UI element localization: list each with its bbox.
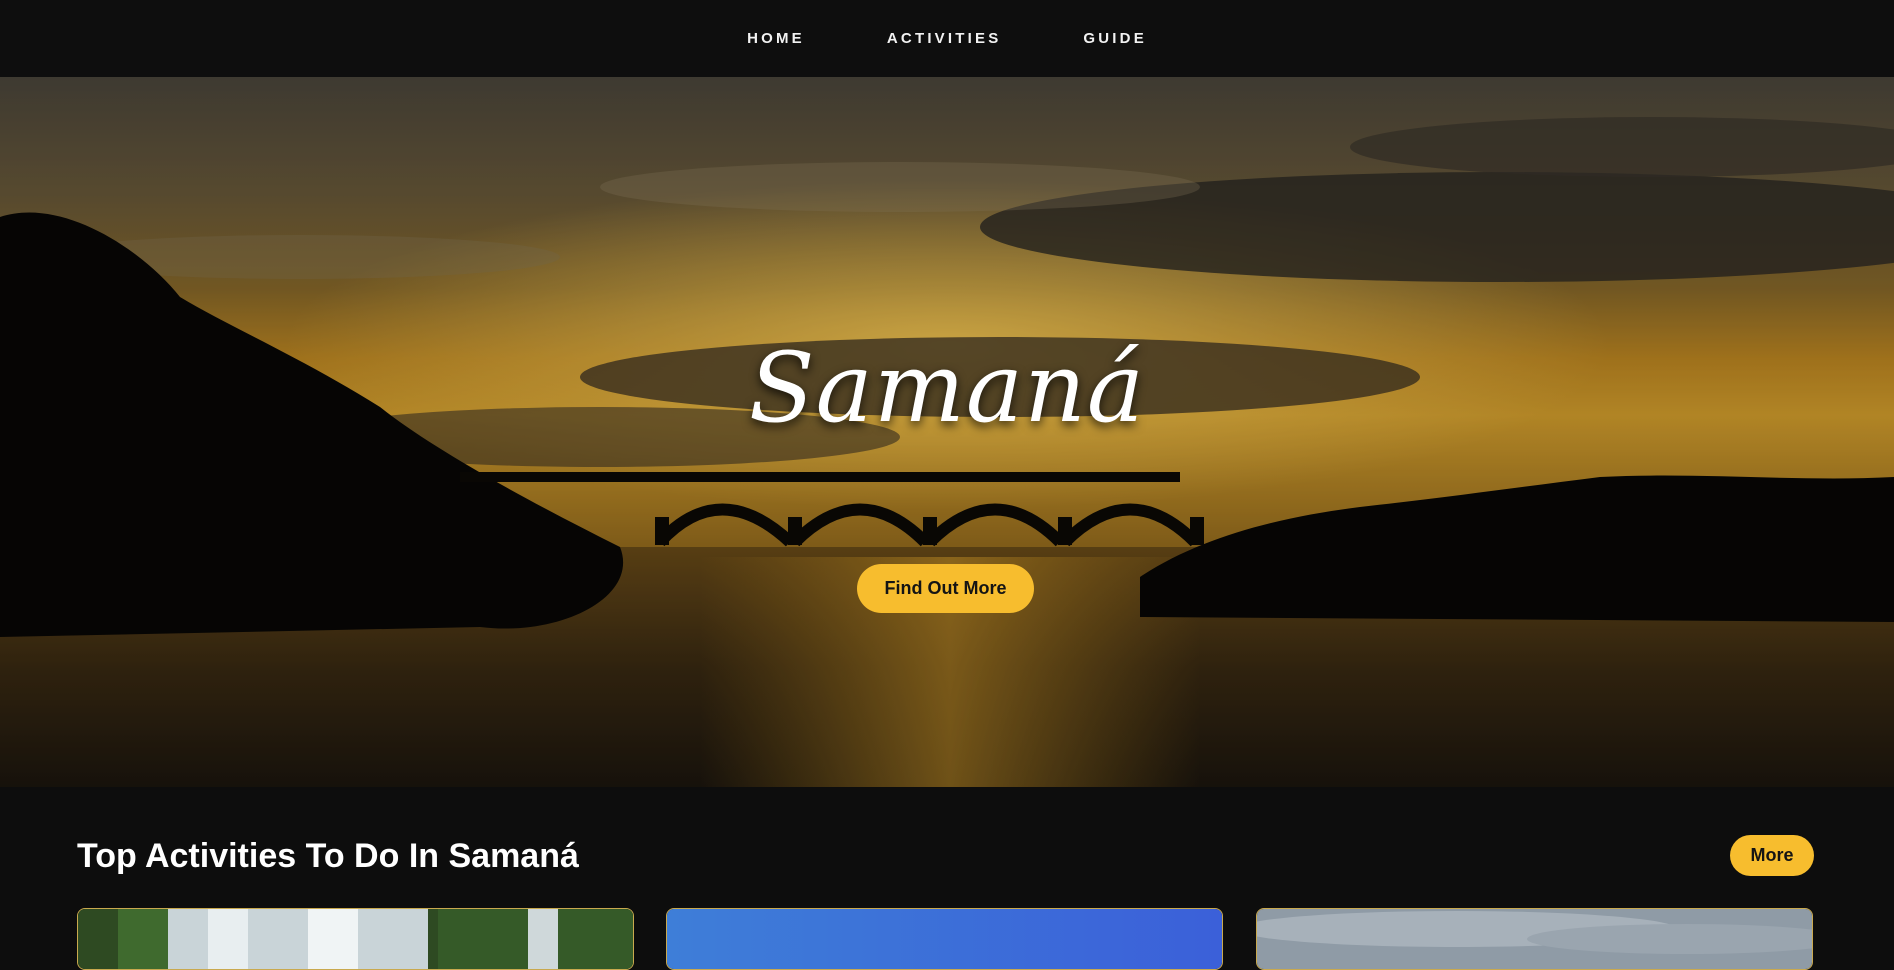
overcast-coast-image bbox=[1257, 909, 1812, 969]
hero-title: Samaná bbox=[748, 332, 1146, 444]
waterfall-image bbox=[78, 909, 633, 969]
find-out-more-button[interactable]: Find Out More bbox=[857, 564, 1034, 613]
nav-activities-link[interactable]: ACTIVITIES bbox=[887, 30, 1002, 47]
nav-home-link[interactable]: HOME bbox=[747, 30, 805, 47]
hero-section: Samaná Find Out More bbox=[0, 77, 1894, 787]
activity-card-coast[interactable] bbox=[1256, 908, 1813, 970]
top-navigation: HOME ACTIVITIES GUIDE bbox=[0, 0, 1894, 77]
blue-sky-image bbox=[667, 909, 1222, 969]
section-title: Top Activities To Do In Samaná bbox=[77, 837, 579, 875]
activity-card-waterfall[interactable] bbox=[77, 908, 634, 970]
activity-card-sky[interactable] bbox=[666, 908, 1223, 970]
top-activities-section: Top Activities To Do In Samaná More bbox=[0, 787, 1894, 970]
nav-guide-link[interactable]: GUIDE bbox=[1083, 30, 1147, 47]
more-button[interactable]: More bbox=[1730, 835, 1814, 876]
